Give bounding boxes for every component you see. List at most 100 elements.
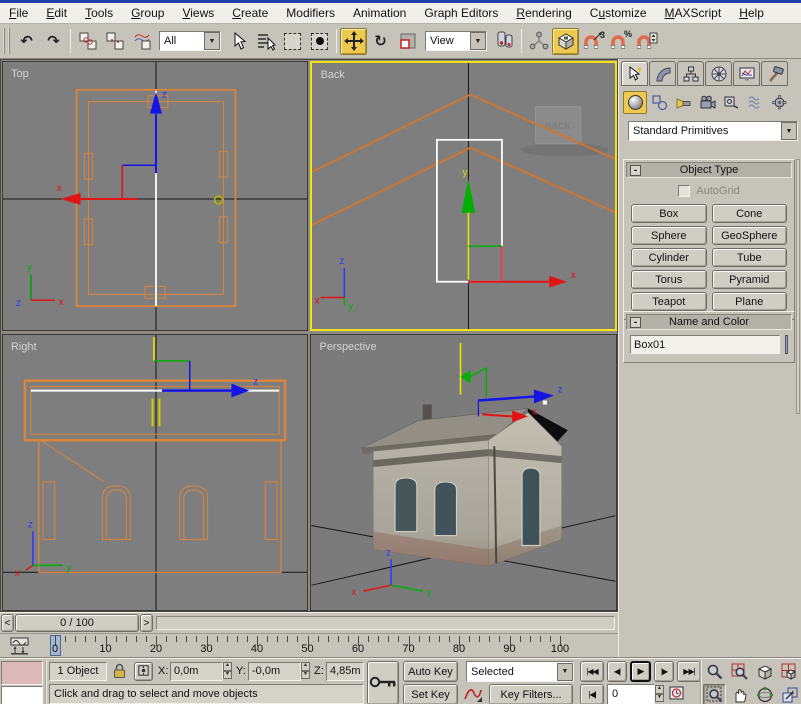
viewport-label[interactable]: Back [321,69,346,81]
primitives-category-dropdown[interactable]: Standard Primitives ▼ [628,121,798,141]
panel-scrollbar[interactable] [796,159,800,414]
go-to-end-button[interactable]: ▶▶| [677,661,701,682]
next-frame-playback-button[interactable]: |▶ [654,661,674,682]
tab-create[interactable] [621,61,648,86]
keyboard-shortcut-override-toggle[interactable] [367,661,399,704]
auto-key-button[interactable]: Auto Key [403,661,458,682]
viewport-perspective[interactable]: z x z x y Perspective [310,334,617,611]
zoom-all-button[interactable] [728,661,751,682]
object-type-button[interactable]: Box [631,204,707,223]
object-type-button[interactable]: GeoSphere [712,226,788,245]
tab-modify[interactable] [649,61,676,86]
viewport-label[interactable]: Top [11,68,29,80]
chevron-down-icon[interactable]: ▼ [204,32,220,50]
menu-item[interactable]: Graph Editors [415,4,507,22]
name-color-rollout-header[interactable]: - Name and Color [626,314,792,330]
listener-splitter[interactable] [45,660,47,704]
angle-snap-toggle-button[interactable]: 3 [579,28,606,55]
y-spinner[interactable]: ▲▼ [301,662,310,679]
category-space-warps[interactable] [743,91,767,114]
select-and-scale-button[interactable] [394,28,421,55]
tab-hierarchy[interactable] [677,61,704,86]
previous-frame-playback-button[interactable]: ◀| [607,661,627,682]
zoom-button[interactable] [703,661,726,682]
key-mode-dropdown[interactable]: Selected ▼ [466,661,574,682]
next-frame-button[interactable]: > [140,614,153,632]
object-type-button[interactable]: Torus [631,270,707,289]
menu-item[interactable]: Views [173,4,223,22]
viewport-top[interactable]: z x y x z Top [2,61,308,331]
zoom-extents-all-button[interactable] [778,661,801,682]
zoom-extents-button[interactable] [753,661,776,682]
object-type-rollout-header[interactable]: - Object Type [626,162,792,178]
use-pivot-point-center-button[interactable] [491,28,518,55]
select-and-move-button[interactable] [340,28,367,55]
select-and-manipulate-button[interactable] [525,28,552,55]
object-type-button[interactable]: Cylinder [631,248,707,267]
object-type-button[interactable]: Tube [712,248,788,267]
maxscript-mini-listener-white[interactable] [1,686,43,704]
bind-to-space-warp-icon[interactable] [128,28,155,55]
time-slider-handle[interactable]: 0 / 100 [15,614,139,632]
chevron-down-icon[interactable]: ▼ [470,32,486,50]
category-lights[interactable] [671,91,695,114]
select-object-icon[interactable] [225,28,252,55]
menu-item[interactable]: Group [122,4,173,22]
key-filters-button[interactable]: Key Filters... [489,684,573,704]
default-tangents-button[interactable] [463,685,483,704]
maxscript-mini-listener-pink[interactable] [1,661,43,685]
time-configuration-button[interactable] [669,685,686,704]
tab-utilities[interactable] [761,61,788,86]
min-max-toggle-button[interactable] [778,684,801,704]
toolbar-drag-handle[interactable] [3,28,10,54]
object-color-swatch[interactable] [785,335,788,354]
x-coordinate-field[interactable]: 0,0m [170,662,223,681]
z-coordinate-field[interactable]: 4,85m [326,662,364,681]
percent-snap-toggle-button[interactable]: % [606,28,633,55]
select-by-name-icon[interactable] [252,28,279,55]
chevron-down-icon[interactable]: ▼ [557,663,573,681]
menu-item[interactable]: Rendering [507,4,580,22]
region-zoom-button[interactable] [703,684,726,704]
collapse-icon[interactable]: - [630,317,641,328]
window-crossing-icon[interactable] [306,28,333,55]
category-shapes[interactable] [647,91,671,114]
track-bar[interactable]: 0102030405060708090100 [0,633,618,657]
set-key-button[interactable]: Set Key [403,684,458,704]
menu-item[interactable]: Modifiers [277,4,344,22]
collapse-icon[interactable]: - [630,165,641,176]
tab-motion[interactable] [705,61,732,86]
rectangular-selection-region-icon[interactable] [279,28,306,55]
previous-frame-button[interactable]: < [1,614,14,632]
object-type-button[interactable]: Pyramid [712,270,788,289]
menu-item[interactable]: Animation [344,4,415,22]
chevron-down-icon[interactable]: ▼ [781,122,797,140]
category-helpers[interactable] [719,91,743,114]
arc-rotate-button[interactable] [753,684,776,704]
viewport-label[interactable]: Perspective [320,341,377,353]
menu-item[interactable]: Customize [581,4,656,22]
redo-icon[interactable]: ↷ [40,28,67,55]
category-systems[interactable] [767,91,791,114]
x-spinner[interactable]: ▲▼ [223,662,232,679]
menu-item[interactable]: Tools [76,4,122,22]
object-type-button[interactable]: Sphere [631,226,707,245]
current-frame-field[interactable]: 0 [607,684,655,704]
viewport-label[interactable]: Right [11,341,36,353]
tab-display[interactable] [733,61,760,86]
selection-lock-toggle[interactable] [112,662,127,683]
viewport-back[interactable]: BACK y x z x y Back [310,61,617,331]
play-button[interactable]: ▶ [630,661,651,682]
viewport-right[interactable]: z z y x Right [2,334,308,611]
menu-item[interactable]: Edit [37,4,76,22]
go-to-start-button[interactable]: |◀◀ [580,661,604,682]
object-type-button[interactable]: Plane [712,292,788,311]
pan-button[interactable] [728,684,751,704]
absolute-offset-toggle[interactable] [134,662,153,681]
key-mode-toggle-button[interactable]: |◀| [580,684,604,704]
menu-item[interactable]: Create [223,4,277,22]
selection-filter-dropdown[interactable]: All ▼ [159,31,221,51]
object-type-button[interactable]: Teapot [631,292,707,311]
object-type-button[interactable]: Cone [712,204,788,223]
time-slider-track[interactable] [156,616,615,630]
